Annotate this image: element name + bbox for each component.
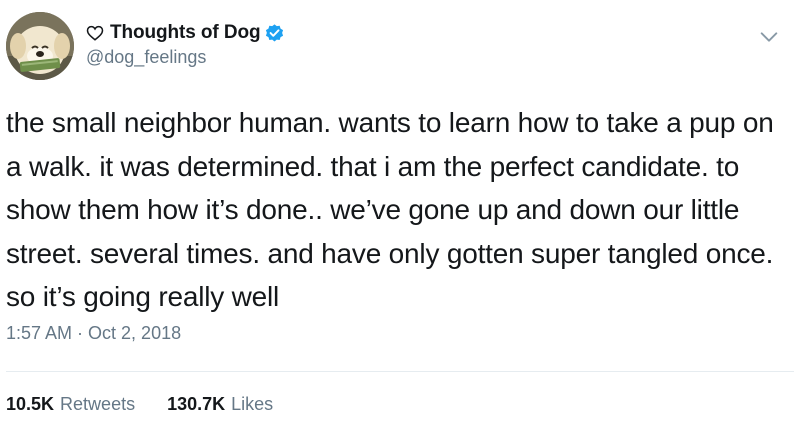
divider (6, 371, 794, 372)
name-row: Thoughts of Dog (86, 20, 285, 46)
tweet-timestamp[interactable]: 1:57 AM · Oct 2, 2018 (6, 323, 181, 344)
display-name[interactable]: Thoughts of Dog (110, 22, 261, 44)
verified-badge-icon (264, 23, 285, 44)
dog-avatar-image (6, 12, 74, 80)
engagement-stats: 10.5K Retweets 130.7K Likes (6, 394, 305, 415)
retweets-label: Retweets (60, 394, 136, 414)
user-handle[interactable]: @dog_feelings (86, 47, 285, 68)
likes-label: Likes (231, 394, 274, 414)
chevron-down-icon[interactable] (758, 26, 780, 48)
author-identity[interactable]: Thoughts of Dog @dog_feelings (86, 20, 285, 68)
likes-count: 130.7K (167, 394, 226, 414)
retweets-stat[interactable]: 10.5K Retweets (6, 394, 135, 415)
retweets-count: 10.5K (6, 394, 55, 414)
likes-stat[interactable]: 130.7K Likes (167, 394, 273, 415)
avatar[interactable] (6, 12, 74, 80)
tweet-card: Thoughts of Dog @dog_feelings the small … (0, 0, 800, 434)
tweet-header: Thoughts of Dog @dog_feelings (6, 12, 796, 84)
tweet-text: the small neighbor human. wants to learn… (6, 107, 774, 312)
heart-outline-icon (86, 24, 104, 42)
